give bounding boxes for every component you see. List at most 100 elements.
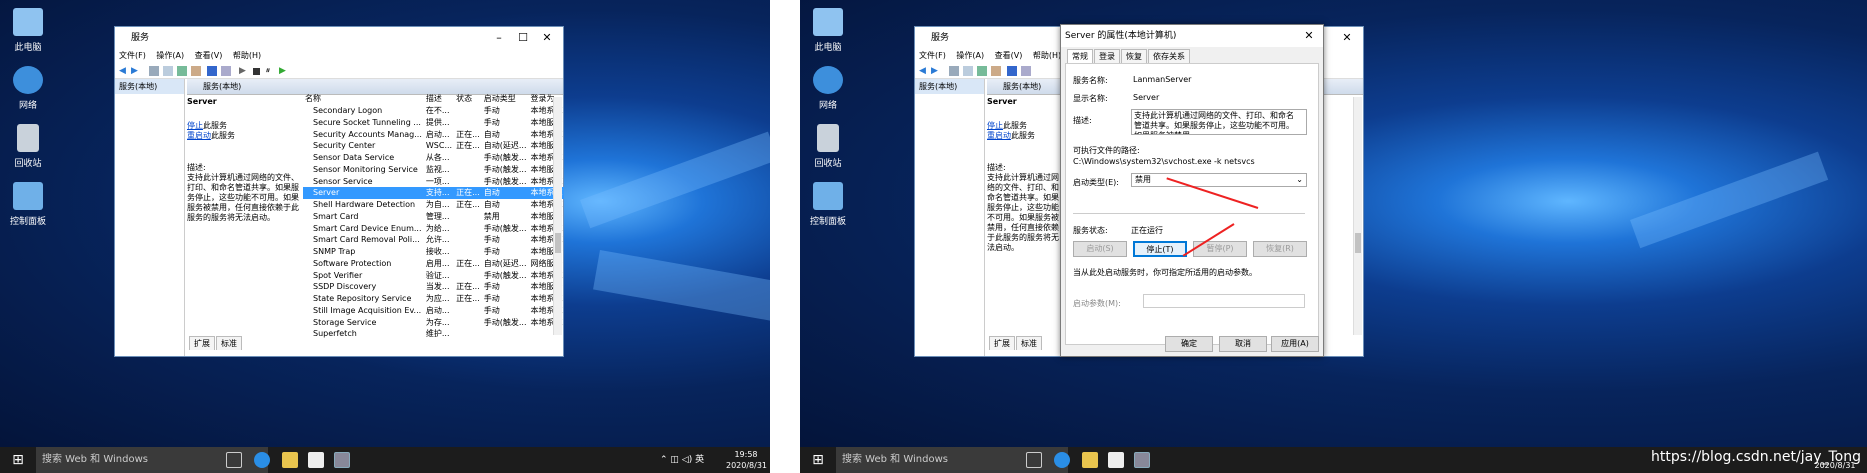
store-icon[interactable] (1108, 452, 1124, 468)
desktop-icon-control-panel[interactable]: 控制面板 (800, 182, 856, 227)
windows-start-icon[interactable]: ⊞ (800, 447, 836, 473)
tab-standard[interactable]: 标准 (1016, 336, 1042, 350)
list-icon[interactable] (963, 66, 973, 76)
table-row[interactable]: Spot Verifier 验证... 手动(触发... 本地系统 (303, 269, 564, 281)
table-row[interactable]: Sensor Monitoring Service 监视... 手动(触发... 本地… (303, 164, 564, 176)
table-row[interactable]: Security Center WSC... 正在... 自动(延迟... 本地服务 (303, 140, 564, 152)
desktop-icon-recycle-bin[interactable]: 回收站 (0, 124, 56, 169)
restart-service-link[interactable]: 重启动 (187, 131, 211, 140)
export-icon[interactable] (191, 66, 201, 76)
services-app-icon[interactable] (334, 452, 350, 468)
system-tray[interactable]: ⌃ ◫ ◁) 英 (660, 447, 704, 473)
console-tree-icon[interactable] (949, 66, 959, 76)
cancel-button[interactable]: 取消 (1219, 336, 1267, 352)
scrollbar-thumb[interactable] (1355, 233, 1361, 253)
forward-icon[interactable]: ▶ (931, 66, 941, 76)
tab-recovery[interactable]: 恢复 (1121, 49, 1147, 63)
maximize-icon[interactable]: ☐ (511, 27, 535, 49)
tab-standard[interactable]: 标准 (216, 336, 242, 350)
tree-item-services-local[interactable]: 服务(本地) (115, 79, 184, 94)
window-titlebar[interactable]: 服务 – ☐ ✕ (115, 27, 563, 49)
col-name[interactable]: 名称 (303, 93, 424, 105)
help-icon[interactable] (207, 66, 217, 76)
file-explorer-icon[interactable] (282, 452, 298, 468)
table-row[interactable]: State Repository Service 为应... 正在... 手动 本地系统 (303, 293, 564, 305)
table-row[interactable]: Smart Card Device Enum... 为给... 手动(触发... 本地… (303, 222, 564, 234)
table-row[interactable]: Smart Card 管理... 禁用 本地服务 (303, 211, 564, 223)
back-icon[interactable]: ◀ (119, 66, 129, 76)
table-row[interactable]: Storage Service 为存... 手动(触发... 本地系统 (303, 316, 564, 328)
tab-dependencies[interactable]: 依存关系 (1148, 49, 1190, 63)
table-row[interactable]: Sensor Data Service 从各... 手动(触发... 本地系统 (303, 152, 564, 164)
tab-extended[interactable]: 扩展 (989, 336, 1015, 350)
start-button[interactable]: 启动(S) (1073, 241, 1127, 257)
ok-button[interactable]: 确定 (1165, 336, 1213, 352)
windows-start-icon[interactable]: ⊞ (0, 447, 36, 473)
menu-action[interactable]: 操作(A) (956, 51, 984, 60)
task-view-icon[interactable] (226, 452, 242, 468)
scrollbar-thumb[interactable] (555, 233, 561, 253)
refresh-icon[interactable] (177, 66, 187, 76)
back-icon[interactable]: ◀ (919, 66, 929, 76)
ime-indicator[interactable]: 英 (695, 455, 704, 465)
list-icon[interactable] (163, 66, 173, 76)
apply-button[interactable]: 应用(A) (1271, 336, 1319, 352)
edge-icon[interactable] (1054, 452, 1070, 468)
start-params-input[interactable] (1143, 294, 1305, 308)
menu-help[interactable]: 帮助(H) (1033, 51, 1061, 60)
stop-service-link[interactable]: 停止 (187, 121, 203, 130)
refresh-icon[interactable] (977, 66, 987, 76)
store-icon[interactable] (308, 452, 324, 468)
menu-help[interactable]: 帮助(H) (233, 51, 261, 60)
desktop-icon-network[interactable]: 网络 (0, 66, 56, 111)
description-box[interactable]: 支持此计算机通过网络的文件、打印、和命名管道共享。如果服务停止，这些功能不可用。… (1131, 109, 1307, 135)
restart-service-link[interactable]: 重启动 (987, 131, 1011, 140)
menu-file[interactable]: 文件(F) (119, 51, 146, 60)
desktop-icon-network[interactable]: 网络 (800, 66, 856, 111)
tab-extended[interactable]: 扩展 (189, 336, 215, 350)
table-row[interactable]: SSDP Discovery 当发... 正在... 手动 本地服务 (303, 281, 564, 293)
table-scrollbar[interactable] (553, 97, 562, 335)
col-startup-type[interactable]: 启动类型 (482, 93, 529, 105)
table-row[interactable]: Secure Socket Tunneling ... 提供... 手动 本地服务 (303, 117, 564, 129)
console-tree-icon[interactable] (149, 66, 159, 76)
resume-icon[interactable]: ▶ (279, 66, 289, 76)
desktop-icon-this-pc[interactable]: 此电脑 (0, 8, 56, 53)
stop-button[interactable]: 停止(T) (1133, 241, 1187, 257)
table-row[interactable]: Superfetch 维护... (303, 328, 564, 340)
close-icon[interactable]: ✕ (535, 27, 559, 49)
stop-icon[interactable] (253, 68, 260, 75)
table-row[interactable]: Software Protection 启用... 正在... 自动(延迟... 网络服… (303, 258, 564, 270)
col-description[interactable]: 描述 (424, 93, 454, 105)
table-row[interactable]: Still Image Acquisition Ev... 启动... 手动 本地系统 (303, 305, 564, 317)
close-icon[interactable]: ✕ (1335, 27, 1359, 49)
tab-logon[interactable]: 登录 (1094, 49, 1120, 63)
desktop-icon-recycle-bin[interactable]: 回收站 (800, 124, 856, 169)
resume-button[interactable]: 恢复(R) (1253, 241, 1307, 257)
menu-view[interactable]: 查看(V) (995, 51, 1023, 60)
stop-service-link[interactable]: 停止 (987, 121, 1003, 130)
minimize-icon[interactable]: – (487, 27, 511, 49)
table-row[interactable]: Server 支持... 正在... 自动 本地系统 (303, 187, 565, 199)
table-row[interactable]: Sensor Service 一项... 手动(触发... 本地系统 (303, 175, 564, 187)
properties-icon[interactable] (1021, 66, 1031, 76)
table-row[interactable]: Secondary Logon 在不... 手动 本地系统 (303, 105, 564, 117)
table-row[interactable]: Smart Card Removal Poli... 允许... 手动 本地系统 (303, 234, 564, 246)
menu-view[interactable]: 查看(V) (195, 51, 223, 60)
col-status[interactable]: 状态 (454, 93, 482, 105)
close-icon[interactable]: ✕ (1297, 25, 1321, 47)
pause-icon[interactable]: ⏸ (265, 66, 275, 76)
table-row[interactable]: Shell Hardware Detection 为自... 正在... 自动 本地系统 (303, 199, 564, 211)
dialog-titlebar[interactable]: Server 的属性(本地计算机) ✕ (1061, 25, 1323, 47)
file-explorer-icon[interactable] (1082, 452, 1098, 468)
export-icon[interactable] (991, 66, 1001, 76)
tree-item-services-local[interactable]: 服务(本地) (915, 79, 984, 94)
table-row[interactable]: SNMP Trap 接收... 手动 本地服务 (303, 246, 564, 258)
menu-file[interactable]: 文件(F) (919, 51, 946, 60)
menu-action[interactable]: 操作(A) (156, 51, 184, 60)
table-scrollbar[interactable] (1353, 97, 1362, 335)
help-icon[interactable] (1007, 66, 1017, 76)
services-app-icon[interactable] (1134, 452, 1150, 468)
edge-icon[interactable] (254, 452, 270, 468)
desktop-icon-this-pc[interactable]: 此电脑 (800, 8, 856, 53)
